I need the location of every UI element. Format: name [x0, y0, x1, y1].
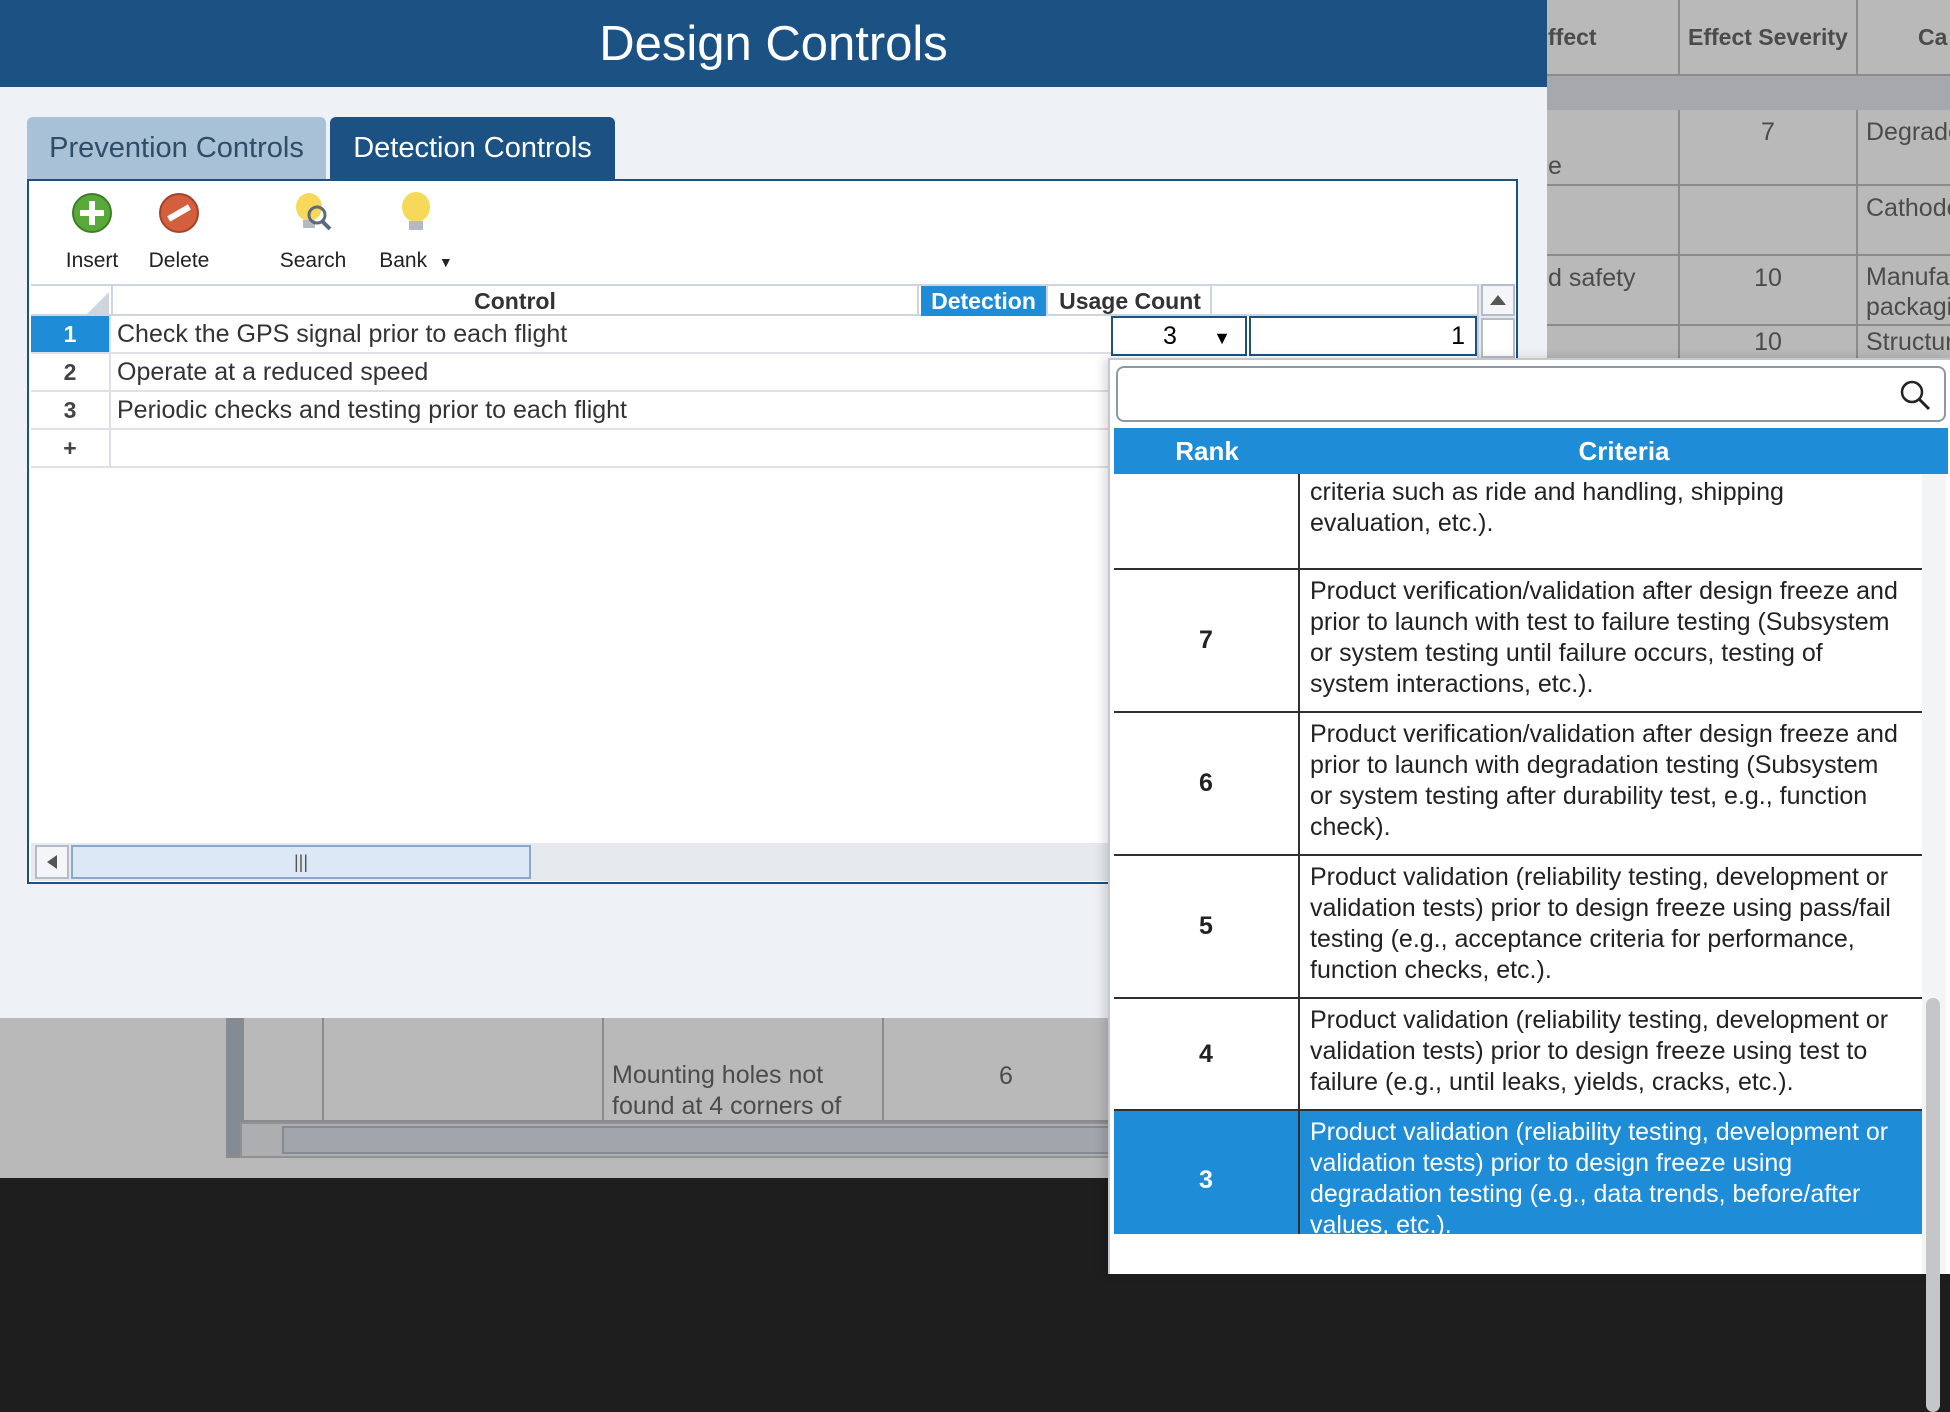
rank-option[interactable]: 6 Product verification/validation after …: [1114, 713, 1922, 856]
caret-down-icon: ▼: [438, 254, 453, 270]
tab-prevention-controls[interactable]: Prevention Controls: [27, 117, 326, 179]
chevron-down-icon[interactable]: ▼: [1213, 320, 1231, 356]
triangle-up-icon: [1490, 295, 1506, 305]
popup-search-box[interactable]: [1116, 366, 1946, 422]
table-row[interactable]: 3 Periodic checks and testing prior to e…: [31, 392, 1111, 430]
column-header-usage-count[interactable]: Usage Count: [1050, 286, 1212, 316]
rank-option[interactable]: 5 Product validation (reliability testin…: [1114, 856, 1922, 999]
column-header-control[interactable]: Control: [113, 286, 919, 316]
corner-triangle-icon: [87, 292, 109, 314]
search-label: Search: [279, 249, 347, 272]
add-row[interactable]: +: [31, 430, 1111, 468]
rank-value: 8: [1114, 474, 1300, 568]
triangle-left-icon: [47, 855, 57, 869]
table-row[interactable]: 1 Check the GPS signal prior to each fli…: [31, 316, 1111, 354]
rank-option[interactable]: 4 Product validation (reliability testin…: [1114, 999, 1922, 1111]
lightbulb-icon: [402, 192, 430, 230]
add-row-icon[interactable]: +: [31, 430, 111, 466]
column-header-detection[interactable]: Detection: [921, 286, 1048, 316]
insert-button[interactable]: Insert: [57, 191, 127, 273]
rank-value: 7: [1114, 570, 1300, 711]
table-row[interactable]: 2 Operate at a reduced speed: [31, 354, 1111, 392]
rank-option[interactable]: 8 (Subsystem or system testing with acce…: [1114, 474, 1922, 570]
criteria-text: Product validation (reliability testing,…: [1310, 863, 1891, 984]
control-cell[interactable]: Check the GPS signal prior to each fligh…: [117, 316, 567, 352]
row-number: 2: [31, 354, 111, 390]
bank-button[interactable]: Bank ▼: [371, 191, 461, 273]
bank-label-wrap: Bank ▼: [371, 249, 461, 273]
detection-value: 3: [1163, 322, 1177, 350]
plus-circle-icon: [72, 193, 112, 233]
delete-label: Delete: [148, 249, 210, 272]
popup-search-input[interactable]: [1132, 368, 1872, 418]
delete-button[interactable]: Delete: [139, 191, 219, 273]
horizontal-scroll-thumb[interactable]: |||: [71, 845, 531, 879]
bank-label: Bank: [379, 249, 428, 272]
row-number: 1: [31, 316, 111, 352]
rank-value: 4: [1114, 999, 1300, 1109]
criteria-text: Product validation (reliability testing,…: [1310, 1118, 1889, 1234]
control-cell[interactable]: Operate at a reduced speed: [117, 354, 428, 390]
row-number: 3: [31, 392, 111, 428]
horizontal-scrollbar[interactable]: |||: [31, 843, 1111, 881]
rank-value: 3: [1114, 1111, 1300, 1234]
rank-option[interactable]: 7 Product verification/validation after …: [1114, 570, 1922, 713]
detection-rank-popup: Rank Criteria 8 (Subsystem or system tes…: [1108, 358, 1950, 1412]
usage-count-cell: 1: [1249, 316, 1477, 356]
scroll-up-button[interactable]: [1481, 284, 1515, 316]
rank-header: Rank: [1175, 436, 1239, 466]
popup-list: 8 (Subsystem or system testing with acce…: [1114, 474, 1922, 1234]
search-icon[interactable]: [1898, 378, 1932, 412]
popup-scrollbar[interactable]: [1922, 474, 1946, 1412]
vertical-scroll-thumb[interactable]: [1481, 318, 1515, 358]
search-button[interactable]: Search: [273, 191, 353, 273]
popup-scroll-thumb[interactable]: [1926, 998, 1940, 1412]
scroll-left-button[interactable]: [35, 845, 69, 879]
popup-header: Rank Criteria: [1114, 428, 1948, 474]
delete-circle-icon: [159, 193, 199, 233]
criteria-text: Product validation (reliability testing,…: [1310, 1006, 1889, 1096]
insert-label: Insert: [65, 249, 119, 272]
rank-value: 6: [1114, 713, 1300, 854]
detection-dropdown[interactable]: 3 ▼: [1111, 316, 1247, 356]
rank-option-selected[interactable]: 3 Product validation (reliability testin…: [1114, 1111, 1922, 1234]
criteria-header: Criteria: [1578, 436, 1670, 466]
control-cell[interactable]: Periodic checks and testing prior to eac…: [117, 392, 627, 428]
search-bulb-icon: [296, 193, 332, 231]
usage-count-value: 1: [1451, 322, 1465, 350]
criteria-text: Product verification/validation after de…: [1310, 577, 1898, 698]
grid-header: Control Detection Usage Count: [31, 284, 1486, 316]
rank-value: 5: [1114, 856, 1300, 997]
tab-detection-controls[interactable]: Detection Controls: [330, 117, 615, 179]
dialog-title: Design Controls: [0, 0, 1547, 87]
vertical-scrollbar[interactable]: [1477, 284, 1515, 359]
select-all-corner[interactable]: [31, 286, 113, 316]
criteria-text: (Subsystem or system testing with accept…: [1310, 474, 1824, 537]
criteria-text: Product verification/validation after de…: [1310, 720, 1898, 841]
